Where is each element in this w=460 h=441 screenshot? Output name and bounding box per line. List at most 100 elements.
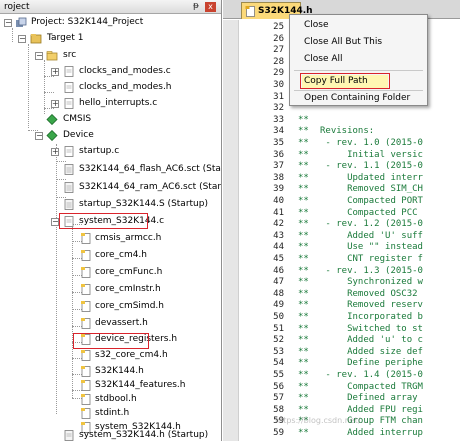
comment-prefix: ** xyxy=(298,393,309,404)
expand-icon[interactable]: + xyxy=(51,68,59,76)
menu-item-close-all[interactable]: Close All xyxy=(304,54,343,68)
tree-item-file[interactable]: clocks_and_modes.h xyxy=(0,80,221,96)
line-number: 26 xyxy=(273,33,284,44)
comment-text: - rev. 1.1 (2015-0 xyxy=(320,161,423,172)
menu-separator xyxy=(294,70,423,71)
menu-item-close-all-but-this[interactable]: Close All But This xyxy=(304,37,382,51)
comment-prefix: ** xyxy=(298,149,309,160)
comment-prefix: ** xyxy=(298,265,309,276)
line-number: 41 xyxy=(273,207,284,218)
close-panel-icon[interactable]: x xyxy=(205,2,216,12)
h-file-icon xyxy=(245,6,256,20)
line-number: 27 xyxy=(273,45,284,56)
panel-header: roject ᵽ x xyxy=(0,0,221,14)
comment-text: Removed reserv xyxy=(320,300,423,311)
menu-item-open-containing-folder[interactable]: Open Containing Folder xyxy=(304,93,410,107)
comment-text: Incorporated b xyxy=(320,312,423,322)
comment-prefix: ** xyxy=(298,126,309,137)
comment-prefix: ** xyxy=(298,196,309,206)
comment-text: Updated interr xyxy=(320,172,423,183)
line-number: 57 xyxy=(273,393,284,404)
comment-text: Added interrup xyxy=(320,428,423,438)
tree-item-device[interactable]: − Device xyxy=(0,128,221,144)
comment-text: Use "" instead xyxy=(320,242,423,253)
tree-item-file[interactable]: startup_S32K144.S (Startup) xyxy=(0,197,221,213)
tree-item-label: s32_core_cm4.h xyxy=(95,350,168,360)
comment-text: - rev. 1.0 (2015-0 xyxy=(320,138,423,148)
h-file-icon xyxy=(80,408,92,419)
line-number: 45 xyxy=(273,254,284,264)
comment-prefix: ** xyxy=(298,358,309,369)
comment-text: Synchronized w xyxy=(320,277,423,288)
comment-text: Compacted PORT xyxy=(320,196,423,206)
c-file-icon xyxy=(63,98,75,109)
comment-text: Removed OSC32 xyxy=(320,288,418,299)
collapse-icon[interactable]: − xyxy=(4,19,12,27)
tree-item-file[interactable]: S32K144_64_flash_AC6.sct (Startup) xyxy=(0,162,221,178)
comment-prefix: ** xyxy=(298,335,309,346)
project-icon xyxy=(15,17,27,28)
collapse-icon[interactable]: − xyxy=(35,132,43,140)
line-number: 39 xyxy=(273,184,284,195)
line-number: 33 xyxy=(273,114,284,125)
comment-prefix: ** xyxy=(298,161,309,172)
comment-prefix: ** xyxy=(298,114,309,125)
expand-icon[interactable]: + xyxy=(51,148,59,156)
tree-item-file[interactable]: core_cmInstr.h xyxy=(0,282,221,298)
comment-text: Switched to st xyxy=(320,323,423,334)
line-number: 59 xyxy=(273,428,284,438)
tree-item-file[interactable]: s32_core_cm4.h xyxy=(0,348,221,364)
tree-item-label: startup.c xyxy=(79,146,120,156)
comment-prefix: ** xyxy=(298,404,309,415)
comment-prefix: ** xyxy=(298,230,309,241)
tree-item-file[interactable]: core_cm4.h xyxy=(0,248,221,264)
comment-text: Define periphe xyxy=(320,358,423,369)
h-file-icon xyxy=(80,366,92,377)
watermark: https://blog.csdn.net/... xyxy=(275,416,369,425)
tree-item-project[interactable]: − Project: S32K144_Project xyxy=(0,15,221,31)
tree-item-file[interactable]: cmsis_armcc.h xyxy=(0,231,221,247)
tree-item-label: S32K144_features.h xyxy=(95,380,186,390)
comment-prefix: ** xyxy=(298,300,309,311)
line-number: 56 xyxy=(273,381,284,392)
collapse-icon[interactable]: − xyxy=(51,218,59,226)
tree-item-label: Device xyxy=(63,130,94,140)
line-number: 30 xyxy=(273,80,284,90)
menu-item-close[interactable]: Close xyxy=(304,20,329,34)
tree-item-label: core_cmInstr.h xyxy=(95,284,161,294)
collapse-icon[interactable]: − xyxy=(18,35,26,43)
tree-item-file[interactable]: system_S32K144.h (Startup) xyxy=(0,428,221,441)
line-number: 28 xyxy=(273,56,284,67)
line-number: 50 xyxy=(273,312,284,322)
collapse-icon[interactable]: − xyxy=(35,52,43,60)
comment-text: Defined array xyxy=(320,393,418,404)
comment-prefix: ** xyxy=(298,254,309,264)
h-file-icon xyxy=(80,301,92,312)
h-file-icon xyxy=(63,82,75,93)
tree-item-cmsis[interactable]: CMSIS xyxy=(0,112,221,128)
tree-item-file[interactable]: S32K144_64_ram_AC6.sct (Startup) xyxy=(0,180,221,196)
h-file-icon xyxy=(80,267,92,278)
pin-icon[interactable]: ᵽ xyxy=(191,1,201,12)
comment-prefix: ** xyxy=(298,184,309,195)
tree-item-file[interactable]: + clocks_and_modes.c xyxy=(0,64,221,80)
comment-text: Added FPU regi xyxy=(320,404,423,415)
tree-item-file[interactable]: core_cmFunc.h xyxy=(0,265,221,281)
line-number: 37 xyxy=(273,161,284,172)
line-number: 51 xyxy=(273,323,284,334)
comment-prefix: ** xyxy=(298,242,309,253)
tree-item-file[interactable]: + hello_interrupts.c xyxy=(0,96,221,112)
editor-gutter xyxy=(223,20,239,441)
context-menu: Close Close All But This Close All Copy … xyxy=(289,14,428,106)
expand-icon[interactable]: + xyxy=(51,100,59,108)
folder-icon xyxy=(46,50,58,61)
tree-item-target[interactable]: − Target 1 xyxy=(0,31,221,47)
comment-text: Compacted TRGM xyxy=(320,381,423,392)
h-file-icon xyxy=(80,284,92,295)
tree-item-label: cmsis_armcc.h xyxy=(95,233,162,243)
tree-item-file[interactable]: + startup.c xyxy=(0,144,221,160)
tree-item-file[interactable]: core_cmSimd.h xyxy=(0,299,221,315)
comment-text: Removed SIM_CH xyxy=(320,184,423,195)
tree-item-file[interactable]: devassert.h xyxy=(0,316,221,332)
tree-item-src[interactable]: − src xyxy=(0,48,221,64)
